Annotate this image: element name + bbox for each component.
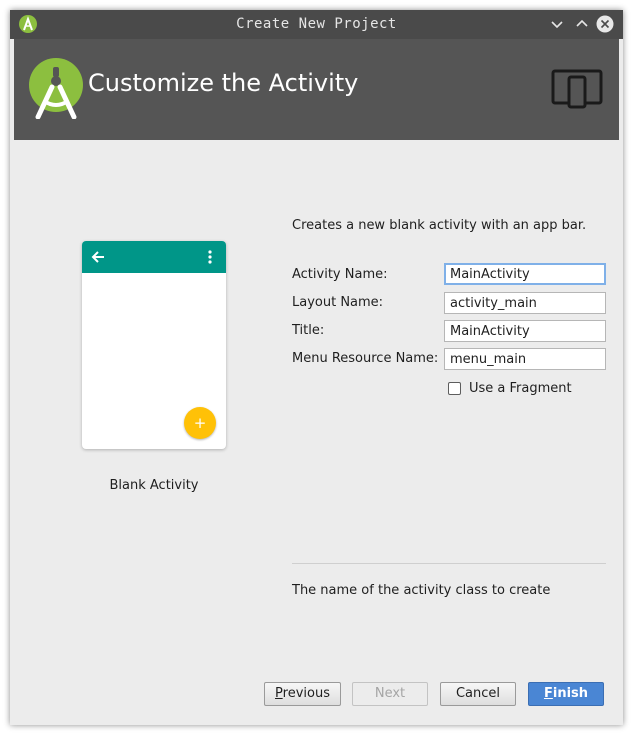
- minimize-icon[interactable]: [548, 15, 566, 33]
- previous-button[interactable]: Previous: [264, 682, 341, 706]
- page-title: Customize the Activity: [88, 69, 359, 97]
- fab-plus-icon: +: [184, 407, 216, 439]
- template-name: Blank Activity: [109, 478, 199, 493]
- use-fragment-label[interactable]: Use a Fragment: [469, 381, 572, 396]
- overflow-menu-icon: [208, 250, 212, 264]
- title-label: Title:: [292, 323, 325, 338]
- phone-tablet-icon: [551, 69, 603, 109]
- finish-button[interactable]: Finish: [528, 682, 604, 706]
- close-icon[interactable]: [596, 15, 614, 33]
- create-new-project-dialog: Create New Project Customize the Activit…: [10, 10, 623, 725]
- use-fragment-checkbox[interactable]: Use a Fragment: [448, 379, 572, 397]
- activity-name-label: Activity Name:: [292, 267, 388, 282]
- field-hint: The name of the activity class to create: [292, 583, 551, 598]
- layout-name-field[interactable]: [444, 292, 606, 314]
- title-field[interactable]: [444, 320, 606, 342]
- cancel-button[interactable]: Cancel: [440, 682, 516, 706]
- divider: [292, 563, 606, 564]
- layout-name-label: Layout Name:: [292, 295, 384, 310]
- previous-label: revious: [282, 686, 330, 701]
- activity-preview: +: [82, 241, 226, 449]
- finish-label: inish: [552, 686, 589, 701]
- android-studio-logo-icon: [29, 58, 83, 119]
- previous-mnemonic: P: [275, 686, 283, 701]
- next-button[interactable]: Next: [352, 682, 428, 706]
- menu-resource-name-label: Menu Resource Name:: [292, 351, 439, 366]
- checkbox-box[interactable]: [448, 381, 461, 395]
- menu-resource-name-field[interactable]: [444, 348, 606, 370]
- back-arrow-icon: [91, 251, 104, 263]
- preview-app-bar: [82, 241, 226, 273]
- title-bar[interactable]: Create New Project: [10, 10, 623, 39]
- template-description: Creates a new blank activity with an app…: [292, 218, 587, 233]
- window-title: Create New Project: [236, 16, 397, 32]
- wizard-banner: Customize the Activity: [14, 39, 619, 140]
- finish-mnemonic: F: [543, 686, 553, 701]
- maximize-icon[interactable]: [573, 15, 591, 33]
- activity-name-field[interactable]: [444, 263, 606, 285]
